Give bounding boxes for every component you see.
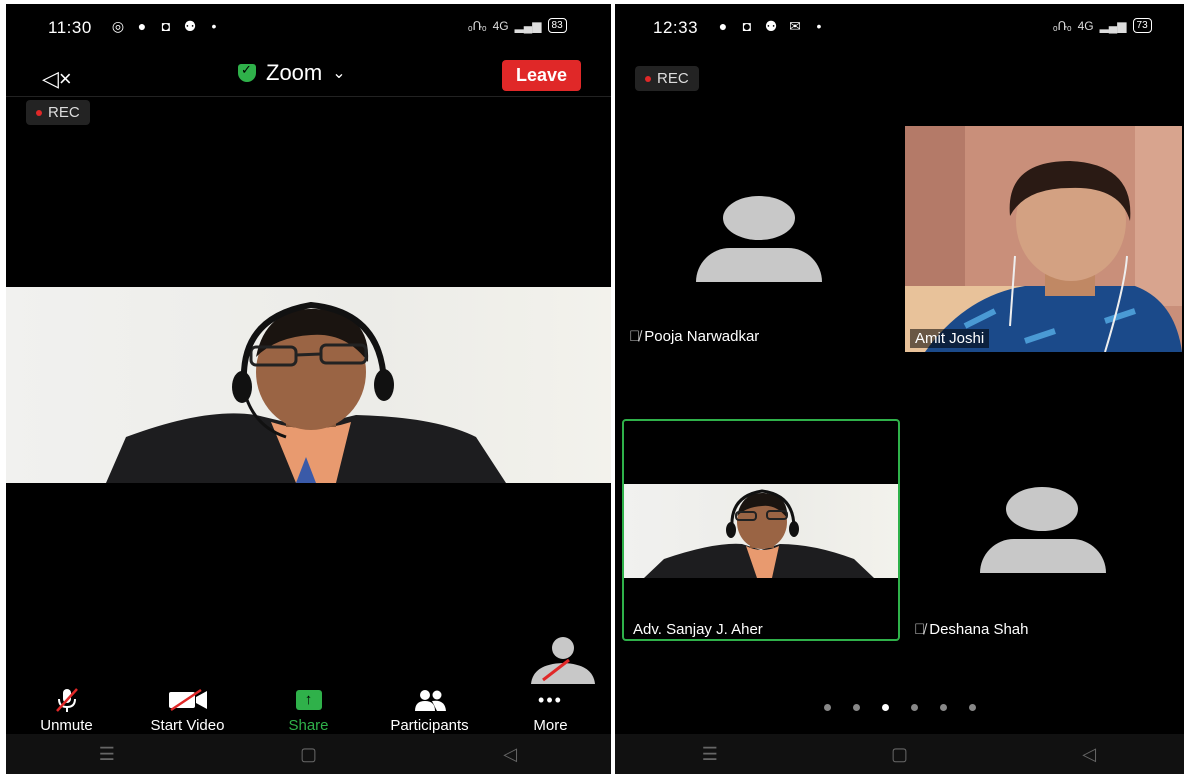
gmail-icon: ✉: [789, 18, 801, 34]
add-contact-icon: ⚉: [183, 18, 197, 34]
page-dot[interactable]: [823, 704, 831, 711]
instagram-icon: ◘: [742, 18, 752, 34]
rec-label: REC: [48, 104, 80, 121]
page-dot[interactable]: [939, 704, 947, 711]
share-arrow-icon: ↑: [295, 690, 322, 710]
left-phone-screen: 11:30 ◎ ● ◘ ⚉ • ₒՌₒ 4G ▂▄▆ 83 ◁× Zoom ⌄ …: [6, 4, 611, 774]
participant-name: Amit Joshi: [910, 329, 990, 348]
network-label: 4G: [492, 18, 509, 33]
meeting-title-text: Zoom: [266, 60, 323, 85]
participant-tile[interactable]: 🎙̸ Deshana Shah: [900, 419, 1184, 639]
muted-avatar-icon: [531, 637, 595, 684]
participant-tile[interactable]: 🎙̸ Pooja Narwadkar: [615, 126, 900, 356]
share-button[interactable]: ↑ Share: [254, 688, 364, 734]
leave-button[interactable]: Leave: [501, 60, 581, 91]
recording-dot-icon: [36, 110, 42, 117]
avatar-body-icon: [696, 248, 822, 282]
status-bar: 11:30 ◎ ● ◘ ⚉ • ₒՌₒ 4G ▂▄▆ 83: [6, 4, 611, 48]
back-icon[interactable]: ◁: [495, 744, 525, 765]
start-video-button[interactable]: Start Video: [133, 688, 243, 734]
recording-dot-icon: [645, 76, 651, 83]
participant-name: 🎙̸ Pooja Narwadkar: [629, 328, 760, 345]
participants-button[interactable]: Participants: [375, 688, 485, 734]
recents-icon[interactable]: ☰: [92, 744, 122, 765]
participant-video-frame: [905, 126, 1182, 352]
recording-badge: REC: [635, 66, 699, 91]
recording-badge: REC: [26, 100, 90, 125]
rec-label: REC: [657, 70, 689, 87]
signal-icon: ▂▄▆: [514, 18, 542, 33]
video-off-icon: [167, 688, 209, 712]
signal-icon: ▂▄▆: [1099, 18, 1127, 33]
self-video-avatar[interactable]: [529, 636, 597, 684]
page-dot[interactable]: [968, 704, 976, 711]
status-time: 12:33: [653, 18, 699, 37]
whatsapp-icon: ◎: [111, 18, 125, 34]
back-icon[interactable]: ◁: [1074, 744, 1104, 765]
home-icon[interactable]: ▢: [293, 744, 323, 765]
share-label: Share: [288, 717, 329, 734]
avatar-head-icon: [723, 196, 795, 240]
more-notifications-icon: •: [816, 18, 822, 34]
participants-label: Participants: [390, 717, 469, 734]
facebook-icon: ●: [137, 18, 147, 34]
android-nav-bar: ☰ ▢ ◁: [615, 734, 1184, 774]
page-indicator[interactable]: [615, 704, 1184, 711]
vibrate-icon: ₒՌₒ: [1053, 18, 1072, 33]
recents-icon[interactable]: ☰: [695, 744, 725, 765]
more-dots-icon: •••: [538, 689, 563, 710]
add-contact-icon: ⚉: [764, 18, 778, 34]
speaker-figure: [644, 489, 874, 578]
notification-icons: ● ◘ ⚉ ✉ •: [715, 18, 827, 34]
meeting-toolbar: Unmute Start Video ↑ Share Participants …: [6, 688, 611, 734]
more-label: More: [533, 717, 568, 734]
page-dot[interactable]: [852, 704, 860, 711]
right-phone-screen: 12:33 ● ◘ ⚉ ✉ • ₒՌₒ 4G ▂▄▆ 73 REC 🎙̸ Pooj…: [615, 4, 1184, 774]
meeting-header: ◁× Zoom ⌄ Leave: [6, 60, 611, 97]
instagram-icon: ◘: [161, 18, 171, 34]
system-status-icons: ₒՌₒ 4G ▂▄▆ 83: [468, 18, 567, 33]
more-button[interactable]: ••• More: [496, 688, 606, 735]
main-speaker-video[interactable]: [6, 287, 611, 483]
status-time: 11:30: [48, 18, 92, 37]
more-notifications-icon: •: [211, 18, 217, 34]
notification-icons: ◎ ● ◘ ⚉ •: [110, 18, 222, 34]
participant-video-frame: [624, 484, 898, 578]
start-video-label: Start Video: [150, 717, 225, 734]
speaker-off-icon[interactable]: ◁×: [42, 66, 72, 92]
avatar-body-icon: [980, 539, 1106, 573]
active-speaker-tile[interactable]: Adv. Sanjay J. Aher: [622, 419, 900, 641]
status-bar: 12:33 ● ◘ ⚉ ✉ • ₒՌₒ 4G ▂▄▆ 73: [615, 4, 1184, 48]
participant-name: Adv. Sanjay J. Aher: [633, 621, 763, 638]
security-shield-icon: [238, 62, 256, 82]
network-label: 4G: [1077, 18, 1094, 33]
unmute-button[interactable]: Unmute: [12, 688, 122, 734]
page-dot-active[interactable]: [881, 704, 889, 711]
battery-icon: 83: [547, 18, 567, 33]
page-dot[interactable]: [910, 704, 918, 711]
mic-muted-icon: [54, 688, 80, 712]
participant-name: 🎙̸ Deshana Shah: [914, 621, 1029, 638]
battery-icon: 73: [1132, 18, 1152, 33]
mic-muted-icon: 🎙̸: [629, 328, 641, 345]
home-icon[interactable]: ▢: [884, 744, 914, 765]
avatar-head-icon: [1006, 487, 1078, 531]
participant-video-tile[interactable]: Amit Joshi: [905, 126, 1182, 352]
mic-muted-icon: 🎙̸: [914, 621, 926, 638]
system-status-icons: ₒՌₒ 4G ▂▄▆ 73: [1053, 18, 1152, 33]
chevron-down-icon: ⌄: [332, 65, 346, 82]
android-nav-bar: ☰ ▢ ◁: [6, 734, 611, 774]
participants-icon: [412, 688, 448, 712]
facebook-icon: ●: [718, 18, 728, 34]
meeting-title[interactable]: Zoom ⌄: [238, 60, 346, 86]
vibrate-icon: ₒՌₒ: [468, 18, 487, 33]
unmute-label: Unmute: [40, 717, 93, 734]
speaker-figure: [106, 301, 506, 483]
